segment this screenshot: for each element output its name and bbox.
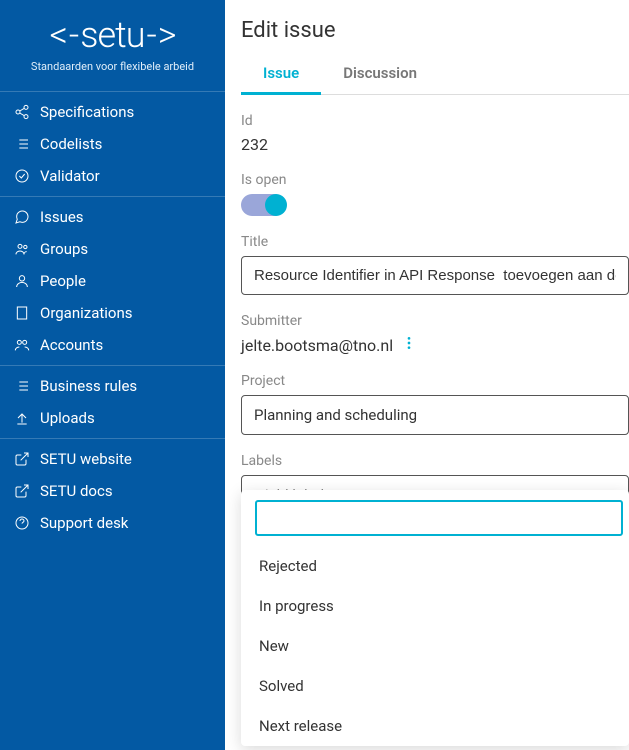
submitter-value: jelte.bootsma@tno.nl [241,336,393,355]
upload-icon [14,410,30,426]
id-label: Id [241,113,629,129]
tab-issue[interactable]: Issue [241,54,321,95]
title-input[interactable] [241,256,629,295]
dropdown-item-next-release[interactable]: Next release [241,706,629,746]
nav-section-2: Issues Groups People Organizations Accou… [0,197,225,366]
external-icon [14,483,30,499]
list-icon [14,136,30,152]
sidebar-item-support-desk[interactable]: Support desk [0,507,225,539]
nav-section-1: Specifications Codelists Validator [0,92,225,197]
sidebar-item-organizations[interactable]: Organizations [0,297,225,329]
sidebar-item-label: Validator [40,167,100,185]
sidebar-item-label: SETU docs [40,482,113,500]
isopen-toggle[interactable] [241,194,285,216]
field-id: Id 232 [241,113,629,154]
person-icon [14,273,30,289]
sidebar-item-label: Groups [40,240,88,258]
sidebar-item-label: Uploads [40,409,95,427]
project-label: Project [241,373,629,389]
groups-icon [14,241,30,257]
sidebar-item-label: People [40,272,86,290]
title-label: Title [241,234,629,250]
sidebar-item-accounts[interactable]: Accounts [0,329,225,361]
labels-dropdown: Rejected In progress New Solved Next rel… [241,490,629,746]
sidebar-item-codelists[interactable]: Codelists [0,128,225,160]
help-icon [14,515,30,531]
sidebar-item-groups[interactable]: Groups [0,233,225,265]
isopen-label: Is open [241,172,629,188]
chat-icon [14,209,30,225]
sidebar-item-people[interactable]: People [0,265,225,297]
logo-area: <-setu-> Standaarden voor flexibele arbe… [0,0,225,92]
sidebar-item-specifications[interactable]: Specifications [0,96,225,128]
project-select[interactable]: Planning and scheduling [241,395,629,435]
sidebar-item-label: Specifications [40,103,134,121]
building-icon [14,305,30,321]
sidebar-item-label: Issues [40,208,84,226]
external-icon [14,451,30,467]
dropdown-item-in-progress[interactable]: In progress [241,586,629,626]
id-value: 232 [241,135,629,154]
sidebar-item-label: Organizations [40,304,133,322]
sidebar-item-label: Business rules [40,377,137,395]
submitter-label: Submitter [241,313,629,329]
dropdown-item-solved[interactable]: Solved [241,666,629,706]
page-title: Edit issue [241,18,629,43]
tagline: Standaarden voor flexibele arbeid [12,60,213,73]
dropdown-item-rejected[interactable]: Rejected [241,546,629,586]
tabs: Issue Discussion [241,53,629,95]
sidebar-item-business-rules[interactable]: Business rules [0,370,225,402]
sidebar-item-label: SETU website [40,450,132,468]
nav-section-3: Business rules Uploads [0,366,225,439]
field-isopen: Is open [241,172,629,216]
more-vert-icon[interactable] [401,335,417,355]
sidebar-item-label: Accounts [40,336,103,354]
sidebar-item-setu-website[interactable]: SETU website [0,443,225,475]
list-icon [14,378,30,394]
share-icon [14,104,30,120]
field-title: Title [241,234,629,295]
main-content: Edit issue Issue Discussion Id 232 Is op… [225,0,629,750]
nav-section-4: SETU website SETU docs Support desk [0,439,225,543]
logo: <-setu-> [12,14,213,56]
field-submitter: Submitter jelte.bootsma@tno.nl [241,313,629,355]
sidebar-item-issues[interactable]: Issues [0,201,225,233]
field-project: Project Planning and scheduling [241,373,629,435]
check-circle-icon [14,168,30,184]
sidebar-item-label: Support desk [40,514,128,532]
sidebar-item-validator[interactable]: Validator [0,160,225,192]
accounts-icon [14,337,30,353]
dropdown-item-new[interactable]: New [241,626,629,666]
sidebar: <-setu-> Standaarden voor flexibele arbe… [0,0,225,750]
sidebar-item-uploads[interactable]: Uploads [0,402,225,434]
labels-label: Labels [241,453,629,469]
sidebar-item-setu-docs[interactable]: SETU docs [0,475,225,507]
tab-discussion[interactable]: Discussion [321,54,439,95]
sidebar-item-label: Codelists [40,135,102,153]
toggle-knob [265,194,287,216]
dropdown-search-input[interactable] [255,500,623,536]
